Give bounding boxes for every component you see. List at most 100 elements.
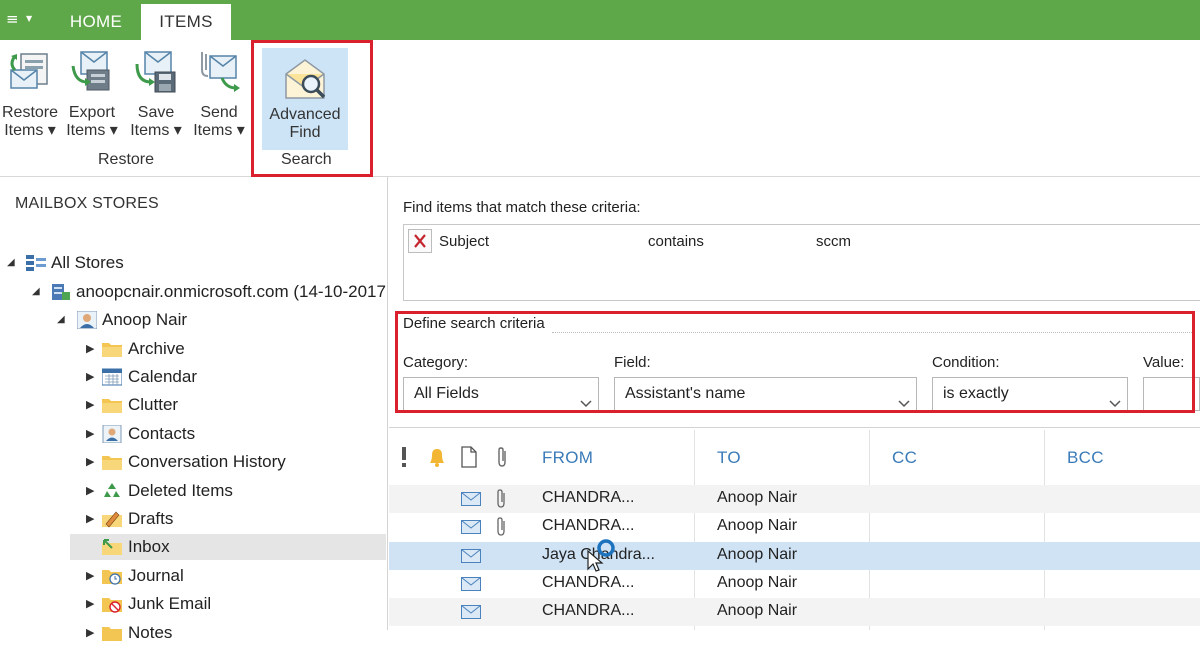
stores-icon	[26, 254, 46, 272]
calendar-icon	[101, 368, 123, 386]
top-tab-bar: ≡ ▼ HOME ITEMS	[0, 0, 1200, 40]
expanded-arrow-icon[interactable]: ◢	[32, 279, 40, 305]
column-header-cc[interactable]: CC	[892, 448, 917, 468]
save-items-button[interactable]: Save Items ▾	[126, 48, 186, 140]
criterion-condition: contains	[648, 233, 704, 250]
define-criteria-highlight	[395, 311, 1195, 413]
tree-item-folder[interactable]: ▶ Journal	[0, 563, 388, 589]
column-header-bcc[interactable]: BCC	[1067, 448, 1104, 468]
collapsed-arrow-icon[interactable]: ▶	[86, 563, 94, 589]
tab-items[interactable]: ITEMS	[141, 4, 231, 40]
tree-item-folder[interactable]: ▶ Junk Email	[0, 591, 388, 617]
tree-item-folder[interactable]: ▶ Clutter	[0, 392, 388, 418]
collapsed-arrow-icon[interactable]: ▶	[86, 620, 94, 646]
collapsed-arrow-icon[interactable]: ▶	[86, 421, 94, 447]
tree-label-all-stores: All Stores	[51, 253, 124, 272]
remove-criterion-icon[interactable]	[408, 229, 432, 253]
folder-label: Junk Email	[128, 594, 212, 613]
contacts-icon	[102, 424, 122, 444]
paperclip-icon	[495, 489, 507, 509]
tree-item-inbox[interactable]: Inbox	[70, 534, 386, 560]
table-row[interactable]: CHANDRA... Anoop Nair	[389, 570, 1200, 598]
cell-from: CHANDRA...	[542, 602, 635, 619]
search-group-highlight	[251, 40, 373, 177]
save-items-label-2: Items ▾	[130, 122, 182, 139]
collapsed-arrow-icon[interactable]: ▶	[86, 591, 94, 617]
junk-email-icon	[102, 595, 122, 613]
folder-label: Inbox	[128, 537, 170, 556]
send-items-icon	[196, 48, 242, 98]
table-row-selected[interactable]: Jaya Chandra... Anoop Nair	[389, 539, 1200, 572]
importance-icon[interactable]	[399, 445, 409, 474]
mailbox-stores-title: MAILBOX STORES	[15, 195, 159, 212]
folder-label: Clutter	[128, 395, 179, 414]
export-items-label-2: Items ▾	[66, 122, 118, 139]
envelope-icon	[461, 577, 481, 591]
send-items-button[interactable]: Send Items ▾	[189, 48, 249, 140]
folder-icon	[102, 396, 122, 414]
folder-icon	[102, 453, 122, 471]
journal-icon	[102, 567, 122, 585]
table-row[interactable]: CHANDRA... Anoop Nair	[389, 598, 1200, 626]
tree-item-folder[interactable]: ▶ Contacts	[0, 421, 388, 447]
folder-label: Drafts	[128, 509, 174, 528]
collapsed-arrow-icon[interactable]: ▶	[86, 336, 94, 362]
tree-item-folder[interactable]: ▶ Conversation History	[0, 449, 388, 475]
cell-from: CHANDRA...	[542, 517, 635, 534]
collapsed-arrow-icon[interactable]: ▶	[86, 478, 94, 504]
menu-icon[interactable]: ≡ ▼	[6, 10, 42, 32]
cell-to: Anoop Nair	[717, 546, 798, 563]
drafts-icon	[102, 510, 122, 528]
tree-item-all-stores[interactable]: ◢ All Stores	[0, 250, 388, 276]
criterion-field: Subject	[439, 233, 490, 250]
tree-label-account: anoopcnair.onmicrosoft.com (14-10-2017 1…	[76, 282, 388, 301]
collapsed-arrow-icon[interactable]: ▶	[86, 506, 94, 532]
user-mailbox-icon	[76, 310, 98, 330]
restore-items-button[interactable]: Restore Items ▾	[0, 48, 60, 140]
tree-item-folder[interactable]: ▶ Calendar	[0, 364, 388, 390]
folder-label: Calendar	[128, 367, 197, 386]
envelope-icon	[461, 492, 481, 506]
expanded-arrow-icon[interactable]: ◢	[57, 307, 65, 333]
cell-to: Anoop Nair	[717, 574, 798, 591]
tab-home[interactable]: HOME	[56, 4, 136, 40]
cell-from: CHANDRA...	[542, 574, 635, 591]
tree-item-folder[interactable]: ▶ Drafts	[0, 506, 388, 532]
folder-label: Contacts	[128, 424, 196, 443]
export-items-button[interactable]: Export Items ▾	[62, 48, 122, 140]
cell-to: Anoop Nair	[717, 489, 798, 506]
table-row[interactable]: CHANDRA... Anoop Nair	[389, 513, 1200, 541]
envelope-icon	[461, 605, 481, 619]
tree-item-folder[interactable]: ▶ Notes	[0, 620, 388, 646]
restore-items-label-1: Restore	[1, 104, 59, 121]
collapsed-arrow-icon[interactable]: ▶	[86, 392, 94, 418]
tree-item-folder[interactable]: ▶ Archive	[0, 336, 388, 362]
mailbox-store-icon	[51, 283, 71, 301]
save-items-icon	[133, 48, 179, 98]
find-criteria-label: Find items that match these criteria:	[403, 199, 641, 216]
tree-item-account[interactable]: ◢ anoopcnair.onmicrosoft.com (14-10-2017…	[0, 279, 388, 305]
cell-to: Anoop Nair	[717, 602, 798, 619]
tree-item-folder[interactable]: ▶ Deleted Items	[0, 478, 388, 504]
envelope-icon	[461, 520, 481, 534]
restore-group-label: Restore	[98, 151, 155, 168]
restore-items-label-2: Items ▾	[4, 122, 56, 139]
inbox-icon	[102, 538, 122, 556]
reminder-bell-icon[interactable]	[426, 446, 448, 473]
tree-item-user[interactable]: ◢ Anoop Nair	[0, 307, 388, 333]
envelope-icon	[461, 549, 481, 563]
export-items-label-1: Export	[68, 104, 116, 121]
paperclip-icon[interactable]	[495, 446, 509, 473]
folder-label: Archive	[128, 339, 185, 358]
expanded-arrow-icon[interactable]: ◢	[7, 250, 15, 276]
export-items-icon	[69, 48, 115, 98]
column-header-to[interactable]: TO	[717, 448, 741, 468]
table-row[interactable]: CHANDRA... Anoop Nair	[389, 485, 1200, 513]
document-icon[interactable]	[460, 446, 478, 473]
collapsed-arrow-icon[interactable]: ▶	[86, 449, 94, 475]
collapsed-arrow-icon[interactable]: ▶	[86, 364, 94, 390]
paperclip-icon	[495, 517, 507, 537]
column-header-from[interactable]: FROM	[542, 448, 593, 468]
send-items-label-2: Items ▾	[193, 122, 245, 139]
folder-label: Conversation History	[128, 452, 286, 471]
